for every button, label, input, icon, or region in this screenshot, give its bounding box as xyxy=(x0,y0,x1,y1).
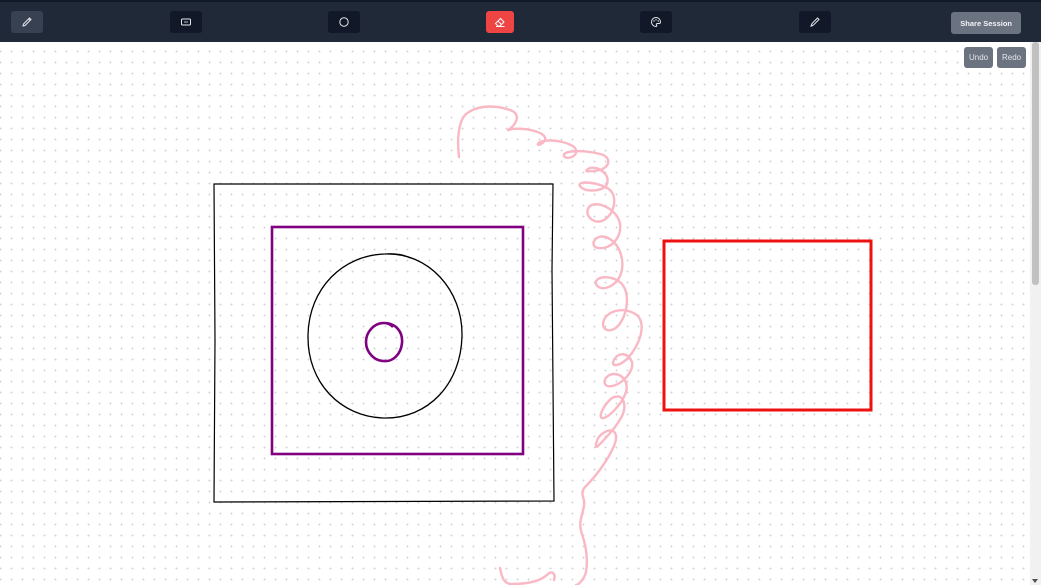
eraser-tool-button[interactable] xyxy=(486,11,514,33)
scroll-down-arrow-icon[interactable] xyxy=(1032,579,1038,583)
palette-icon xyxy=(651,16,662,28)
brush-icon xyxy=(810,17,820,27)
drawing-layer xyxy=(213,105,873,585)
purple-rectangle-stroke xyxy=(270,225,525,456)
pencil-icon xyxy=(22,17,32,27)
toolbar: Share Session xyxy=(0,0,1041,42)
black-circle-stroke xyxy=(307,253,463,419)
purple-circle-stroke xyxy=(364,321,404,363)
undo-button[interactable]: Undo xyxy=(964,47,994,68)
eraser-icon xyxy=(494,17,505,27)
rectangle-tool-button[interactable] xyxy=(170,11,202,33)
rectangle-icon xyxy=(181,18,191,26)
circle-tool-button[interactable] xyxy=(328,11,360,33)
share-session-button[interactable]: Share Session xyxy=(951,12,1021,34)
drawing-canvas[interactable]: Undo Redo xyxy=(0,42,1030,585)
pencil-tool-button[interactable] xyxy=(11,11,43,33)
redo-button[interactable]: Redo xyxy=(997,47,1027,68)
vertical-scrollbar[interactable] xyxy=(1030,42,1041,585)
pink-freehand-stroke xyxy=(456,105,643,585)
brush-tool-button[interactable] xyxy=(799,11,831,33)
red-rectangle-stroke xyxy=(662,239,873,412)
palette-tool-button[interactable] xyxy=(640,11,672,33)
scrollbar-thumb[interactable] xyxy=(1032,42,1039,285)
circle-icon xyxy=(339,17,349,27)
